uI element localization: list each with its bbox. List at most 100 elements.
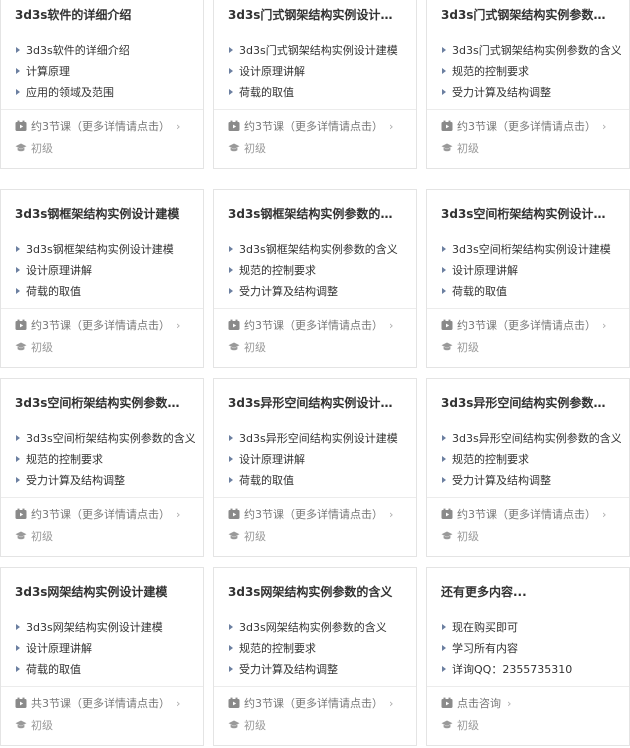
- video-icon: [228, 508, 240, 519]
- course-card[interactable]: 3d3s空间桁架结构实例设计建模 3d3s空间桁架结构实例设计建模 设计原理讲解荷…: [426, 189, 630, 368]
- list-item: 受力计算及结构调整: [228, 662, 408, 683]
- card-title[interactable]: 还有更多内容...: [441, 584, 617, 600]
- card-title[interactable]: 3d3s门式钢架结构实例设计建模: [228, 7, 404, 23]
- list-item: 荷载的取值: [441, 284, 621, 305]
- card-divider: [1, 308, 203, 309]
- point-text: 规范的控制要求: [26, 453, 103, 466]
- level-label: 初级: [31, 530, 53, 543]
- bullet-icon: [229, 246, 233, 252]
- chevron-right-icon: ›: [389, 319, 394, 332]
- course-card[interactable]: 3d3s软件的详细介绍 3d3s软件的详细介绍 计算原理 应用的领域及范围 约3节课…: [0, 0, 204, 169]
- level-label: 初级: [31, 142, 53, 155]
- list-item: 受力计算及结构调整: [441, 473, 621, 494]
- level-info: 初级: [441, 529, 479, 545]
- card-title[interactable]: 3d3s异形空间结构实例参数的含义: [441, 395, 617, 411]
- course-card[interactable]: 3d3s钢框架结构实例参数的含义 3d3s钢框架结构实例参数的含义 规范的控制要求…: [213, 189, 417, 368]
- level-info: 初级: [15, 529, 53, 545]
- lessons-link[interactable]: 约3节课（更多详情请点击） ›: [441, 507, 621, 523]
- card-title[interactable]: 3d3s软件的详细介绍: [15, 7, 191, 23]
- video-icon: [15, 120, 27, 131]
- bullet-icon: [229, 624, 233, 630]
- bullet-icon: [442, 89, 446, 95]
- lessons-link[interactable]: 约3节课（更多详情请点击） ›: [15, 119, 195, 135]
- card-points: 3d3s软件的详细介绍 计算原理 应用的领域及范围: [15, 43, 195, 106]
- card-divider: [1, 497, 203, 498]
- bullet-icon: [16, 47, 20, 53]
- card-divider: [214, 308, 416, 309]
- graduation-cap-icon: [228, 720, 240, 729]
- point-text: 受力计算及结构调整: [26, 474, 125, 487]
- point-text: 荷载的取值: [452, 285, 507, 298]
- point-text: 受力计算及结构调整: [452, 86, 551, 99]
- bullet-icon: [442, 477, 446, 483]
- lessons-count: 约3节课（更多详情请点击）: [244, 508, 383, 521]
- list-item: 3d3s钢框架结构实例设计建模: [15, 242, 195, 263]
- course-card[interactable]: 3d3s钢框架结构实例设计建模 3d3s钢框架结构实例设计建模 设计原理讲解 荷载的…: [0, 189, 204, 368]
- point-text: 设计原理讲解: [26, 642, 92, 655]
- card-title[interactable]: 3d3s门式钢架结构实例参数的含义: [441, 7, 617, 23]
- lessons-link[interactable]: 约3节课（更多详情请点击） ›: [228, 318, 408, 334]
- point-text: 应用的领域及范围: [26, 86, 114, 99]
- point-text: 荷载的取值: [26, 285, 81, 298]
- lessons-link[interactable]: 约3节课（更多详情请点击） ›: [228, 507, 408, 523]
- course-card[interactable]: 3d3s网架结构实例设计建模 3d3s网架结构实例设计建模 设计原理讲解 荷载的取值…: [0, 567, 204, 746]
- list-item: 3d3s钢框架结构实例参数的含义: [228, 242, 408, 263]
- lessons-link[interactable]: 共3节课（更多详情请点击） ›: [15, 696, 195, 712]
- bullet-icon: [229, 89, 233, 95]
- video-icon: [441, 120, 453, 131]
- level-info: 初级: [441, 141, 479, 157]
- point-text: 3d3s空间桁架结构实例参数的含义: [26, 432, 195, 445]
- list-item: 应用的领域及范围: [15, 85, 195, 106]
- course-card[interactable]: 还有更多内容... 现在购买即可 学习所有内容 详询QQ：2355735310 点击…: [426, 567, 630, 746]
- bullet-icon: [16, 456, 20, 462]
- bullet-icon: [16, 477, 20, 483]
- level-info: 初级: [228, 718, 266, 734]
- lessons-link[interactable]: 约3节课（更多详情请点击） ›: [441, 318, 621, 334]
- video-icon: [441, 319, 453, 330]
- point-text: 3d3s空间桁架结构实例设计建模: [452, 243, 611, 256]
- card-title[interactable]: 3d3s异形空间结构实例设计建模: [228, 395, 404, 411]
- lessons-link[interactable]: 约3节课（更多详情请点击） ›: [15, 507, 195, 523]
- course-card[interactable]: 3d3s门式钢架结构实例设计建模 3d3s门式钢架结构实例设计建模 设计原理讲解荷…: [213, 0, 417, 169]
- lessons-count: 点击咨询: [457, 697, 501, 710]
- card-title[interactable]: 3d3s空间桁架结构实例设计建模: [441, 206, 617, 222]
- course-card[interactable]: 3d3s网架结构实例参数的含义 3d3s网架结构实例参数的含义 规范的控制要求 受力…: [213, 567, 417, 746]
- point-text: 3d3s网架结构实例参数的含义: [239, 621, 387, 634]
- card-title[interactable]: 3d3s钢框架结构实例设计建模: [15, 206, 191, 222]
- card-title[interactable]: 3d3s网架结构实例设计建模: [15, 584, 191, 600]
- list-item: 3d3s软件的详细介绍: [15, 43, 195, 64]
- lessons-link[interactable]: 约3节课（更多详情请点击） ›: [441, 119, 621, 135]
- bullet-icon: [442, 246, 446, 252]
- lessons-count: 约3节课（更多详情请点击）: [31, 120, 170, 133]
- list-item: 设计原理讲解: [15, 641, 195, 662]
- lessons-link[interactable]: 约3节课（更多详情请点击） ›: [15, 318, 195, 334]
- course-card[interactable]: 3d3s异形空间结构实例参数的含义 3d3s异形空间结构实例参数的含义 规范的控制…: [426, 378, 630, 557]
- point-text: 设计原理讲解: [452, 264, 518, 277]
- graduation-cap-icon: [228, 531, 240, 540]
- level-label: 初级: [31, 341, 53, 354]
- card-title[interactable]: 3d3s钢框架结构实例参数的含义: [228, 206, 404, 222]
- card-points: 3d3s异形空间结构实例参数的含义 规范的控制要求 受力计算及结构调整: [441, 431, 621, 494]
- lessons-link[interactable]: 约3节课（更多详情请点击） ›: [228, 696, 408, 712]
- course-card[interactable]: 3d3s异形空间结构实例设计建模 3d3s异形空间结构实例设计建模 设计原理讲解荷…: [213, 378, 417, 557]
- level-info: 初级: [441, 718, 479, 734]
- lessons-link[interactable]: 点击咨询 ›: [441, 696, 621, 712]
- lessons-count: 约3节课（更多详情请点击）: [31, 319, 170, 332]
- lessons-link[interactable]: 约3节课（更多详情请点击） ›: [228, 119, 408, 135]
- card-points: 现在购买即可 学习所有内容 详询QQ：2355735310: [441, 620, 621, 683]
- level-label: 初级: [244, 530, 266, 543]
- point-text: 3d3s门式钢架结构实例参数的含义: [452, 44, 621, 57]
- lessons-count: 约3节课（更多详情请点击）: [244, 697, 383, 710]
- list-item: 受力计算及结构调整: [228, 284, 408, 305]
- level-info: 初级: [15, 718, 53, 734]
- video-icon: [15, 697, 27, 708]
- chevron-right-icon: ›: [602, 120, 607, 133]
- bullet-icon: [442, 666, 446, 672]
- card-title[interactable]: 3d3s空间桁架结构实例参数的含义: [15, 395, 191, 411]
- list-item: 规范的控制要求: [441, 452, 621, 473]
- course-card[interactable]: 3d3s空间桁架结构实例参数的含义 3d3s空间桁架结构实例参数的含义 规范的控制…: [0, 378, 204, 557]
- list-item: 3d3s网架结构实例参数的含义: [228, 620, 408, 641]
- card-title[interactable]: 3d3s网架结构实例参数的含义: [228, 584, 404, 600]
- card-divider: [427, 686, 629, 687]
- course-card[interactable]: 3d3s门式钢架结构实例参数的含义 3d3s门式钢架结构实例参数的含义 规范的控制…: [426, 0, 630, 169]
